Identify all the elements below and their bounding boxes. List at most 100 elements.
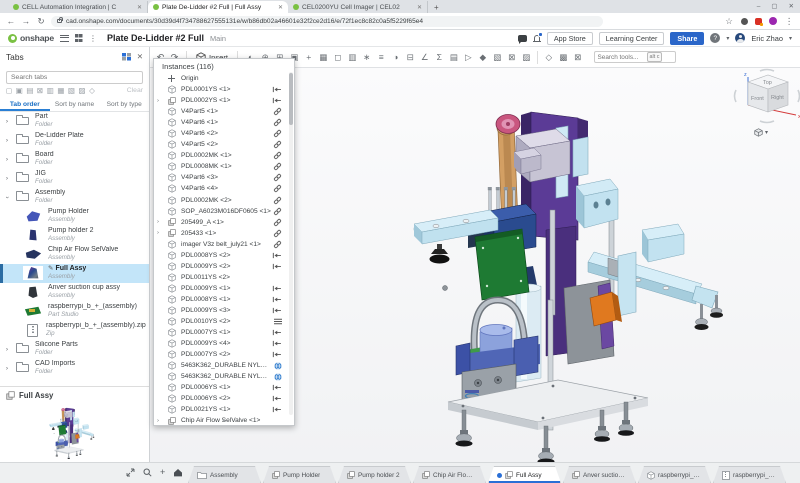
browser-menu-icon[interactable]: ⋮ — [784, 16, 794, 27]
filter-blob-icon[interactable]: ⊠ — [37, 87, 43, 95]
filter-app-icon[interactable]: ▧ — [68, 87, 75, 95]
forward-icon[interactable]: → — [21, 16, 31, 26]
tab-tree-item[interactable]: ›JIGFolder — [0, 169, 149, 188]
instance-row[interactable]: PDL0006YS <1> — [154, 382, 294, 393]
sort-tab-sort-by-type[interactable]: Sort by type — [99, 98, 149, 111]
instance-row[interactable]: V4Part5 <2> — [154, 139, 294, 150]
sort-tab-tab-order[interactable]: Tab order — [0, 98, 50, 111]
minimize-button[interactable]: – — [757, 3, 761, 10]
instance-row[interactable]: PDL0002MK <1> — [154, 150, 294, 161]
tab-tree-item[interactable]: ›CAD ImportsFolder — [0, 359, 149, 378]
instance-row[interactable]: PDL0010YS <2> — [154, 316, 294, 327]
interference-icon[interactable]: ⊠ — [505, 53, 519, 62]
share-button[interactable]: Share — [670, 32, 704, 45]
expander-icon[interactable]: › — [3, 175, 11, 182]
section-view-icon[interactable]: ⊟ — [404, 53, 418, 62]
bom-table-icon[interactable]: ▤ — [447, 53, 461, 62]
clear-filters-button[interactable]: Clear — [127, 87, 143, 94]
tab-tree-item[interactable]: Chip Air Flow SelValveAssembly — [0, 245, 149, 264]
learning-center-button[interactable]: Learning Center — [599, 32, 665, 45]
instance-row[interactable]: PDL0021YS <1> — [154, 404, 294, 415]
instance-row[interactable]: ›205433 <1> — [154, 228, 294, 239]
home-icon[interactable] — [173, 468, 183, 477]
instance-row[interactable]: PDL0011YS <2> — [154, 272, 294, 283]
mass-properties-icon[interactable]: Σ — [433, 53, 447, 62]
instance-row[interactable]: Origin — [154, 73, 294, 84]
create-tab-button[interactable]: + — [160, 468, 165, 477]
instance-row[interactable]: ›PDL0002YS <1> — [154, 95, 294, 106]
sort-tab-sort-by-name[interactable]: Sort by name — [50, 98, 100, 111]
tab-close-icon[interactable]: ✕ — [137, 4, 142, 11]
element-tab[interactable]: Assembly — [188, 466, 261, 483]
onshape-logo[interactable]: onshape — [8, 33, 54, 43]
filter-assembly-icon[interactable]: ▣ — [16, 87, 23, 95]
tab-tree-item[interactable]: ›AssemblyFolder — [0, 188, 149, 207]
instance-row[interactable]: imager V3z belt_july21 <1> — [154, 239, 294, 250]
tabs-search-input[interactable] — [6, 71, 143, 84]
instance-row[interactable]: 5463K362_DURABLE NYLON TIG... — [154, 360, 294, 371]
expander-icon[interactable]: › — [4, 193, 11, 201]
instance-row[interactable]: PDL0009YS <2> — [154, 261, 294, 272]
filter-part-studio-icon[interactable]: ◻ — [6, 87, 12, 95]
instance-row[interactable]: V4Part6 <1> — [154, 117, 294, 128]
expander-icon[interactable]: › — [3, 137, 11, 144]
instance-row[interactable]: V4Part6 <4> — [154, 183, 294, 194]
user-avatar[interactable] — [735, 33, 745, 43]
instance-row[interactable]: V4Part6 <2> — [154, 128, 294, 139]
filter-image-icon[interactable]: ▨ — [79, 87, 86, 95]
element-tab[interactable]: Anver suction cup assy — [563, 466, 636, 483]
browser-tab[interactable]: Plate De-Lidder #2 Full | Full Assy✕ — [148, 1, 288, 13]
instance-row[interactable]: SOP_A6023M016DF0605 <1> — [154, 206, 294, 217]
instance-row[interactable]: V4Part6 <3> — [154, 172, 294, 183]
explode-icon[interactable]: ∗ — [360, 53, 374, 62]
animate-icon[interactable]: ▷ — [462, 53, 476, 62]
snap-mode-icon[interactable]: + — [302, 53, 316, 62]
instance-row[interactable]: 5463K362_DURABLE NYLON TIG... — [154, 371, 294, 382]
search-tools-box[interactable]: alt c — [594, 51, 676, 63]
circular-pattern-icon[interactable]: ▥ — [346, 53, 360, 62]
element-tab[interactable]: Pump Holder — [263, 466, 336, 483]
cube-face-top[interactable]: Top — [763, 80, 772, 86]
view-options-button[interactable]: ▾ — [754, 128, 768, 137]
filter-drawing-icon[interactable]: ▤ — [26, 87, 33, 95]
create-menu-icon[interactable]: ⋮ — [89, 34, 97, 43]
view-toggle-icon[interactable] — [122, 53, 131, 61]
tab-close-icon[interactable]: ✕ — [278, 4, 283, 11]
instance-row[interactable]: PDL0009YS <4> — [154, 338, 294, 349]
instance-expander-icon[interactable]: › — [157, 98, 159, 104]
filter-pdf-icon[interactable]: ▥ — [47, 87, 54, 95]
new-tab-button[interactable]: + — [434, 1, 439, 13]
element-tab[interactable]: Chip Air Flow SelValve — [413, 466, 486, 483]
instance-row[interactable]: PDL0002MK <2> — [154, 195, 294, 206]
instance-row[interactable]: PDL0006YS <2> — [154, 393, 294, 404]
instance-expander-icon[interactable]: › — [157, 230, 159, 236]
extension-icon[interactable] — [741, 18, 748, 25]
configurations-icon[interactable]: ▧ — [491, 53, 505, 62]
tab-tree-item[interactable]: ›Silicone PartsFolder — [0, 340, 149, 359]
tab-tree-item[interactable]: raspberrypi_b_+_(assembly)Part Studio — [0, 302, 149, 321]
scroll-more-icon[interactable]: ▾ — [154, 418, 294, 425]
element-tab[interactable]: Full Assy — [488, 466, 561, 483]
browser-tab[interactable]: CELL Automation Integration | C✕ — [8, 1, 148, 13]
refresh-icon[interactable]: ↻ — [36, 16, 46, 27]
appearance-icon[interactable]: ◆ — [476, 53, 490, 62]
instance-row[interactable]: PDL0007YS <2> — [154, 349, 294, 360]
app-store-button[interactable]: App Store — [547, 32, 593, 45]
extension-icon-2[interactable] — [755, 18, 762, 25]
instance-row[interactable]: PDL0009YS <1> — [154, 283, 294, 294]
instance-expander-icon[interactable]: › — [157, 219, 159, 225]
main-menu-icon[interactable] — [60, 35, 69, 42]
instance-row[interactable]: ›205499_A <1> — [154, 217, 294, 228]
maximize-button[interactable]: ▢ — [771, 2, 777, 10]
snapshot-icon[interactable]: ▨ — [520, 53, 534, 62]
expander-icon[interactable]: › — [3, 156, 11, 163]
notifications-icon[interactable] — [533, 34, 541, 43]
mirror-icon[interactable]: ◻ — [331, 53, 345, 62]
bookmark-star-icon[interactable]: ☆ — [724, 16, 734, 27]
tab-tree-item[interactable]: ›PartFolder — [0, 112, 149, 131]
instance-row[interactable]: PDL0008YS <2> — [154, 250, 294, 261]
panel-close-icon[interactable]: ✕ — [137, 52, 143, 61]
expander-icon[interactable]: › — [3, 346, 11, 353]
tab-close-icon[interactable]: ✕ — [417, 4, 422, 11]
instance-row[interactable]: PDL0009YS <3> — [154, 305, 294, 316]
